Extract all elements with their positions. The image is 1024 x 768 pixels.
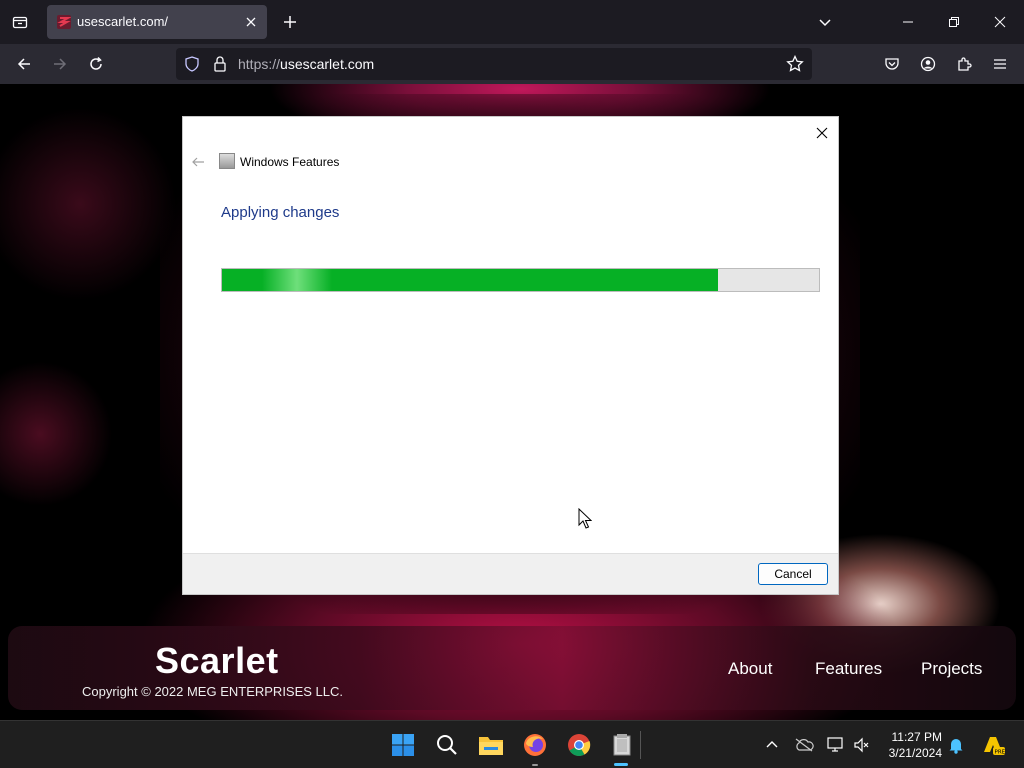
browser-tab-strip: usescarlet.com/	[0, 0, 1024, 44]
browser-tab[interactable]: usescarlet.com/	[47, 5, 267, 39]
notifications-bell-icon[interactable]	[946, 735, 966, 755]
windows-features-dialog: Windows Features Applying changes Cancel	[182, 116, 839, 595]
file-explorer-icon[interactable]	[477, 731, 505, 759]
url-text: https://usescarlet.com	[238, 56, 374, 72]
progress-bar	[221, 268, 820, 292]
bookmark-star-icon[interactable]	[786, 54, 804, 78]
nav-link-projects[interactable]: Projects	[921, 659, 982, 679]
volume-muted-icon[interactable]	[852, 735, 872, 755]
active-app-indicator	[614, 763, 628, 766]
dialog-title: Windows Features	[240, 155, 340, 169]
show-hidden-icons-chevron-up-icon[interactable]	[762, 735, 782, 755]
tab-title: usescarlet.com/	[77, 14, 169, 29]
system-clock[interactable]: 11:27 PM 3/21/2024	[876, 729, 942, 761]
search-icon[interactable]	[433, 731, 461, 759]
site-footer: Scarlet Copyright © 2022 MEG ENTERPRISES…	[8, 626, 1016, 710]
taskbar: 11:27 PM 3/21/2024 PRE	[0, 720, 1024, 768]
firefox-running-indicator	[532, 764, 538, 766]
minimize-icon[interactable]	[898, 12, 918, 32]
site-copyright: Copyright © 2022 MEG ENTERPRISES LLC.	[82, 684, 344, 699]
close-tab-icon[interactable]	[243, 14, 259, 30]
lock-icon[interactable]	[212, 55, 228, 78]
extensions-icon[interactable]	[952, 52, 976, 76]
taskbar-separator	[640, 731, 641, 759]
reload-icon[interactable]	[84, 52, 108, 76]
new-tab-icon[interactable]	[280, 12, 300, 32]
chrome-icon[interactable]	[565, 731, 593, 759]
onedrive-offline-icon[interactable]	[794, 735, 814, 755]
menu-hamburger-icon[interactable]	[988, 52, 1012, 76]
url-host: usescarlet.com	[280, 56, 375, 72]
browser-nav-bar: https://usescarlet.com	[0, 44, 1024, 84]
dialog-back-arrow-icon	[189, 153, 207, 171]
mouse-cursor-icon	[578, 507, 593, 535]
pocket-icon[interactable]	[880, 52, 904, 76]
url-protocol: https://	[238, 56, 281, 72]
dialog-close-icon[interactable]	[812, 123, 832, 143]
site-favicon-icon	[57, 15, 72, 29]
windows-features-taskbar-icon[interactable]	[608, 731, 636, 759]
screen: usescarlet.com/ https://usescarlet.com S…	[0, 0, 1024, 768]
forward-icon[interactable]	[48, 52, 72, 76]
close-window-icon[interactable]	[990, 12, 1010, 32]
windows-start-icon[interactable]	[389, 731, 417, 759]
windows-features-app-icon	[219, 153, 235, 169]
account-icon[interactable]	[916, 52, 940, 76]
restore-icon[interactable]	[944, 12, 964, 32]
cancel-button[interactable]: Cancel	[758, 563, 828, 585]
tracking-protection-shield-icon[interactable]	[184, 56, 200, 77]
back-icon[interactable]	[12, 52, 36, 76]
network-icon[interactable]	[826, 735, 846, 755]
progress-shine	[262, 269, 332, 291]
nav-link-about[interactable]: About	[728, 659, 772, 679]
address-bar[interactable]: https://usescarlet.com	[176, 48, 812, 80]
nav-link-features[interactable]: Features	[815, 659, 882, 679]
clock-time: 11:27 PM	[891, 730, 942, 744]
clock-date: 3/21/2024	[888, 746, 942, 760]
dialog-heading: Applying changes	[221, 204, 340, 221]
firefox-icon[interactable]	[521, 731, 549, 759]
tab-list-icon[interactable]	[8, 10, 32, 34]
site-brand[interactable]: Scarlet	[155, 640, 279, 682]
dialog-footer: Cancel	[183, 553, 838, 594]
list-all-tabs-chevron-down-icon[interactable]	[815, 12, 835, 32]
copilot-preview-icon[interactable]: PRE	[980, 735, 1006, 755]
svg-text:PRE: PRE	[995, 749, 1006, 755]
